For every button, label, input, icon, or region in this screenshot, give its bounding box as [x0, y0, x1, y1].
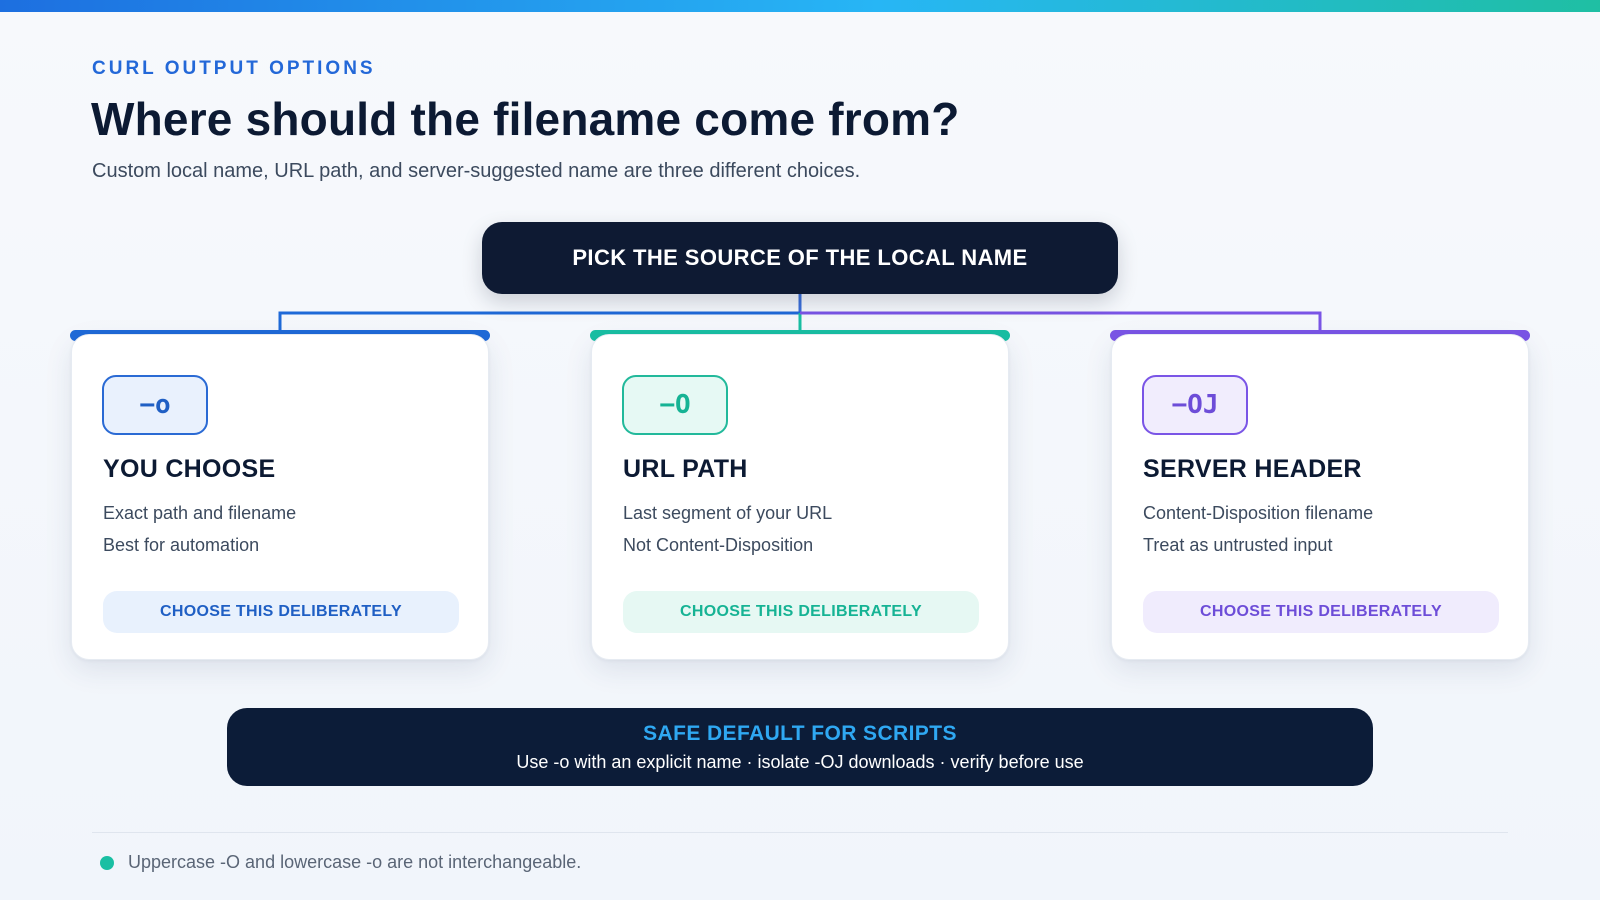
- callout-title: SAFE DEFAULT FOR SCRIPTS: [643, 721, 957, 745]
- card-description-line: Content-Disposition filename: [1143, 503, 1374, 523]
- card-title: SERVER HEADER: [1143, 455, 1362, 483]
- root-node-label: PICK THE SOURCE OF THE LOCAL NAME: [572, 245, 1028, 270]
- safe-default-callout: SAFE DEFAULT FOR SCRIPTS Use -o with an …: [227, 708, 1373, 786]
- bullet-dot-icon: [100, 855, 114, 870]
- connector-right: [800, 311, 1322, 330]
- card-description-line: Treat as untrusted input: [1143, 535, 1333, 555]
- card-description-line: Last segment of your URL: [623, 503, 833, 523]
- footnote: Uppercase -O and lowercase -o are not in…: [100, 852, 581, 873]
- footer-divider: [92, 832, 1508, 833]
- choose-button[interactable]: CHOOSE THIS DELIBERATELY: [623, 591, 979, 633]
- choose-button[interactable]: CHOOSE THIS DELIBERATELY: [1143, 591, 1499, 633]
- option-card-you-choose: −o YOU CHOOSE Exact path and filename Be…: [71, 334, 489, 660]
- card-title: YOU CHOOSE: [103, 455, 276, 483]
- card-description-line: Best for automation: [103, 535, 260, 555]
- card-description-line: Exact path and filename: [103, 503, 297, 523]
- connector-left: [278, 311, 800, 330]
- option-card-url-path: −O URL PATH Last segment of your URL Not…: [591, 334, 1009, 660]
- card-title: URL PATH: [623, 455, 748, 483]
- flag-badge: −OJ: [1142, 375, 1248, 435]
- flag-badge: −O: [622, 375, 728, 435]
- flag-badge: −o: [102, 375, 208, 435]
- footnote-text: Uppercase -O and lowercase -o are not in…: [128, 852, 582, 872]
- root-node: PICK THE SOURCE OF THE LOCAL NAME: [482, 222, 1118, 294]
- option-card-server-header: −OJ SERVER HEADER Content-Disposition fi…: [1111, 334, 1529, 660]
- card-description-line: Not Content-Disposition: [623, 535, 814, 555]
- callout-text: Use -o with an explicit name · isolate -…: [516, 751, 1084, 772]
- choose-button[interactable]: CHOOSE THIS DELIBERATELY: [103, 591, 459, 633]
